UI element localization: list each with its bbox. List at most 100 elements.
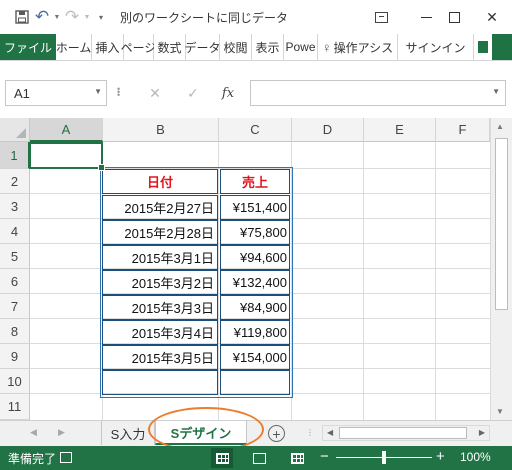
amount-cell[interactable]: ¥94,600 [220, 245, 290, 270]
amount-cell[interactable]: ¥119,800 [220, 320, 290, 345]
vertical-scrollbar[interactable]: ▲ ▼ [490, 118, 512, 420]
worksheet-grid[interactable]: A B C D E F 1 2 3 4 5 6 7 8 9 10 11 日付 売… [0, 118, 512, 420]
zoom-in-icon[interactable]: + [436, 448, 445, 465]
expand-formula-icon[interactable]: ▼ [492, 87, 500, 96]
enter-icon[interactable]: ✓ [181, 81, 205, 105]
tab-power[interactable]: Powe [284, 34, 318, 60]
window-title: 別のワークシートに同じデータを… [120, 10, 286, 25]
normal-view-button[interactable] [211, 448, 233, 468]
amount-cell[interactable]: ¥151,400 [220, 195, 290, 220]
sheet-tab-input[interactable]: S入力 [101, 421, 155, 445]
ribbon-tabs: ファイル ホーム 挿入 ページ 数式 データ 校閲 表示 Powe ♀ 操作アシス… [0, 34, 512, 60]
row-header-7[interactable]: 7 [0, 294, 30, 319]
header-cell-sales[interactable]: 売上 [220, 169, 290, 194]
status-bar: 準備完了 − + 100% [0, 446, 512, 470]
date-cell[interactable]: 2015年3月2日 [102, 270, 218, 295]
title-bar: ↶ ▼ ↷ ▼ ▾ 別のワークシートに同じデータを… ✕ [0, 0, 512, 34]
tab-view[interactable]: 表示 [252, 34, 284, 60]
tab-tell-me[interactable]: ♀ 操作アシス [318, 34, 398, 60]
tab-review[interactable]: 校閲 [220, 34, 252, 60]
zoom-out-icon[interactable]: − [320, 448, 329, 465]
share-icon[interactable] [474, 34, 492, 60]
insert-function-icon[interactable]: fx [216, 81, 240, 105]
macro-record-icon[interactable] [60, 452, 72, 463]
header-cell-date[interactable]: 日付 [102, 169, 218, 194]
row-header-8[interactable]: 8 [0, 319, 30, 344]
lightbulb-icon: ♀ [321, 39, 332, 55]
row-header-9[interactable]: 9 [0, 344, 30, 369]
redo-icon[interactable]: ↷ [62, 0, 82, 34]
close-button[interactable]: ✕ [476, 0, 508, 34]
row-header-11[interactable]: 11 [0, 394, 30, 420]
chevron-down-icon[interactable]: ▼ [94, 87, 102, 96]
tab-split-handle-icon[interactable]: ⋮ [306, 428, 314, 437]
active-cell-a1[interactable] [29, 142, 105, 171]
column-header-a[interactable]: A [30, 118, 103, 142]
zoom-slider-thumb[interactable] [382, 451, 386, 464]
resize-handle-icon[interactable]: • • • [117, 85, 120, 100]
scroll-up-icon[interactable]: ▲ [496, 122, 504, 131]
column-header-c[interactable]: C [219, 118, 292, 142]
column-header-e[interactable]: E [364, 118, 436, 142]
ribbon-display-options-button[interactable] [365, 0, 397, 34]
row-header-4[interactable]: 4 [0, 219, 30, 244]
horizontal-scrollbar[interactable]: ◀ ▶ [322, 425, 490, 441]
tab-insert[interactable]: 挿入 [92, 34, 124, 60]
zoom-level[interactable]: 100% [460, 450, 491, 464]
select-all-button[interactable] [0, 118, 30, 142]
row-header-10[interactable]: 10 [0, 369, 30, 394]
date-cell[interactable]: 2015年3月1日 [102, 245, 218, 270]
tab-formulas[interactable]: 数式 [154, 34, 186, 60]
customize-toolbar-icon[interactable]: ▾ [92, 0, 110, 34]
page-break-view-button[interactable] [286, 448, 308, 468]
cancel-icon[interactable]: ✕ [143, 81, 167, 105]
row-header-6[interactable]: 6 [0, 269, 30, 294]
column-header-b[interactable]: B [103, 118, 219, 142]
scroll-left-icon[interactable]: ◀ [327, 428, 333, 437]
amount-cell[interactable]: ¥75,800 [220, 220, 290, 245]
maximize-icon [448, 11, 460, 23]
column-header-f[interactable]: F [436, 118, 490, 142]
date-cell[interactable]: 2015年2月27日 [102, 195, 218, 220]
row-header-3[interactable]: 3 [0, 194, 30, 219]
page-layout-view-button[interactable] [248, 448, 270, 468]
amount-cell[interactable]: ¥154,000 [220, 345, 290, 370]
date-cell[interactable]: 2015年3月3日 [102, 295, 218, 320]
date-cell[interactable]: 2015年3月4日 [102, 320, 218, 345]
maximize-button[interactable] [438, 0, 470, 34]
tab-home[interactable]: ホーム [56, 34, 92, 60]
scroll-down-icon[interactable]: ▼ [496, 407, 504, 416]
vertical-scroll-thumb[interactable] [495, 138, 508, 310]
tab-file[interactable]: ファイル [0, 34, 56, 60]
empty-amount-cell[interactable] [220, 370, 290, 395]
save-icon[interactable] [12, 0, 32, 34]
amount-cell[interactable]: ¥84,900 [220, 295, 290, 320]
next-sheet-icon[interactable]: ▶ [58, 427, 65, 438]
gridline [435, 142, 436, 420]
previous-sheet-icon[interactable]: ◀ [30, 427, 37, 438]
formula-input[interactable]: ▼ [250, 80, 506, 106]
row-header-1[interactable]: 1 [0, 142, 30, 169]
formula-bar-area: A1 ▼ • • • ✕ ✓ fx ▼ [0, 60, 512, 118]
page-layout-icon [252, 452, 266, 464]
date-cell[interactable]: 2015年3月5日 [102, 345, 218, 370]
scroll-right-icon[interactable]: ▶ [479, 428, 485, 437]
date-cell[interactable]: 2015年2月28日 [102, 220, 218, 245]
column-header-d[interactable]: D [292, 118, 364, 142]
status-text: 準備完了 [8, 452, 57, 466]
minimize-icon [420, 16, 432, 18]
amount-cell[interactable]: ¥132,400 [220, 270, 290, 295]
close-icon: ✕ [486, 8, 498, 25]
row-header-2[interactable]: 2 [0, 169, 30, 194]
row-header-5[interactable]: 5 [0, 244, 30, 269]
empty-date-cell[interactable] [102, 370, 218, 395]
redo-dropdown-icon[interactable]: ▼ [82, 0, 92, 34]
sign-in-link[interactable]: サインイン [398, 34, 474, 60]
horizontal-scroll-thumb[interactable] [339, 427, 467, 439]
add-sheet-icon[interactable]: + [268, 425, 285, 442]
tab-page-layout[interactable]: ページ [121, 34, 156, 60]
undo-icon[interactable]: ↶ [32, 0, 52, 34]
name-box[interactable]: A1 ▼ [5, 80, 107, 106]
undo-dropdown-icon[interactable]: ▼ [52, 0, 62, 34]
tab-data[interactable]: データ [185, 34, 221, 60]
